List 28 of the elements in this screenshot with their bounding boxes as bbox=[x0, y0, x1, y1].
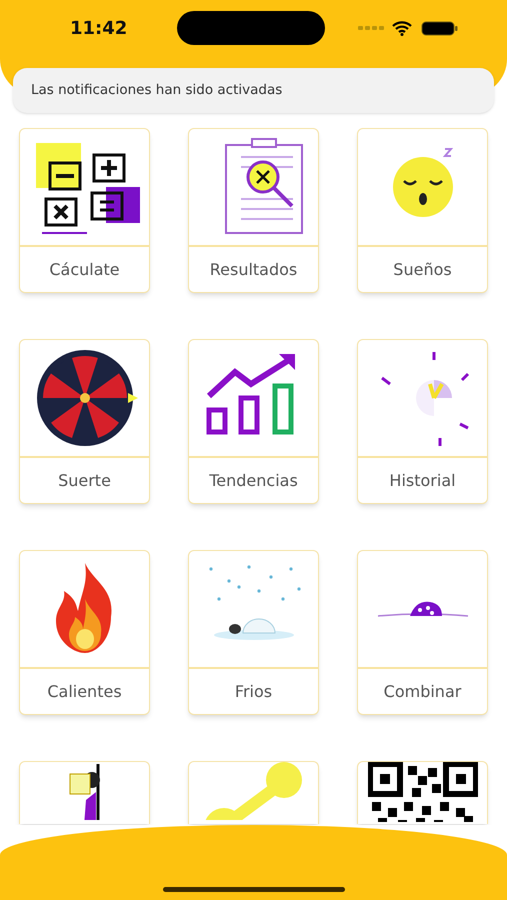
card-label: Tendencias bbox=[209, 470, 298, 492]
menu-card[interactable]: Historial bbox=[357, 339, 488, 504]
battery-icon bbox=[421, 20, 458, 36]
card-label: Cáculate bbox=[49, 258, 120, 280]
menu-card[interactable]: Calientes bbox=[19, 550, 150, 715]
wifi-icon bbox=[392, 20, 412, 36]
card-label: Sueños bbox=[393, 258, 452, 280]
menu-card[interactable] bbox=[19, 761, 150, 824]
menu-card[interactable]: Combinar bbox=[357, 550, 488, 715]
card-label: Resultados bbox=[210, 258, 298, 280]
card-label: Historial bbox=[389, 470, 456, 492]
menu-card[interactable]: Tendencias bbox=[188, 339, 319, 504]
menu-card[interactable]: Cáculate bbox=[19, 128, 150, 293]
card-label: Frios bbox=[234, 680, 272, 702]
card-label: Combinar bbox=[384, 680, 462, 702]
toast-text: Las notificaciones han sido activadas bbox=[31, 81, 282, 100]
signal-icon bbox=[358, 26, 384, 30]
menu-card[interactable]: Sueños bbox=[357, 128, 488, 293]
link-icon bbox=[204, 762, 304, 820]
card-label: Suerte bbox=[58, 470, 111, 492]
menu-card[interactable] bbox=[357, 761, 488, 824]
menu-card[interactable]: Suerte bbox=[19, 339, 150, 504]
menu-card[interactable]: Frios bbox=[188, 550, 319, 715]
status-time: 11:42 bbox=[70, 16, 128, 40]
menu-card[interactable]: Resultados bbox=[188, 128, 319, 293]
spotted-mound-icon bbox=[376, 600, 470, 618]
card-label: Calientes bbox=[47, 680, 122, 702]
qr-code-icon bbox=[368, 762, 478, 822]
